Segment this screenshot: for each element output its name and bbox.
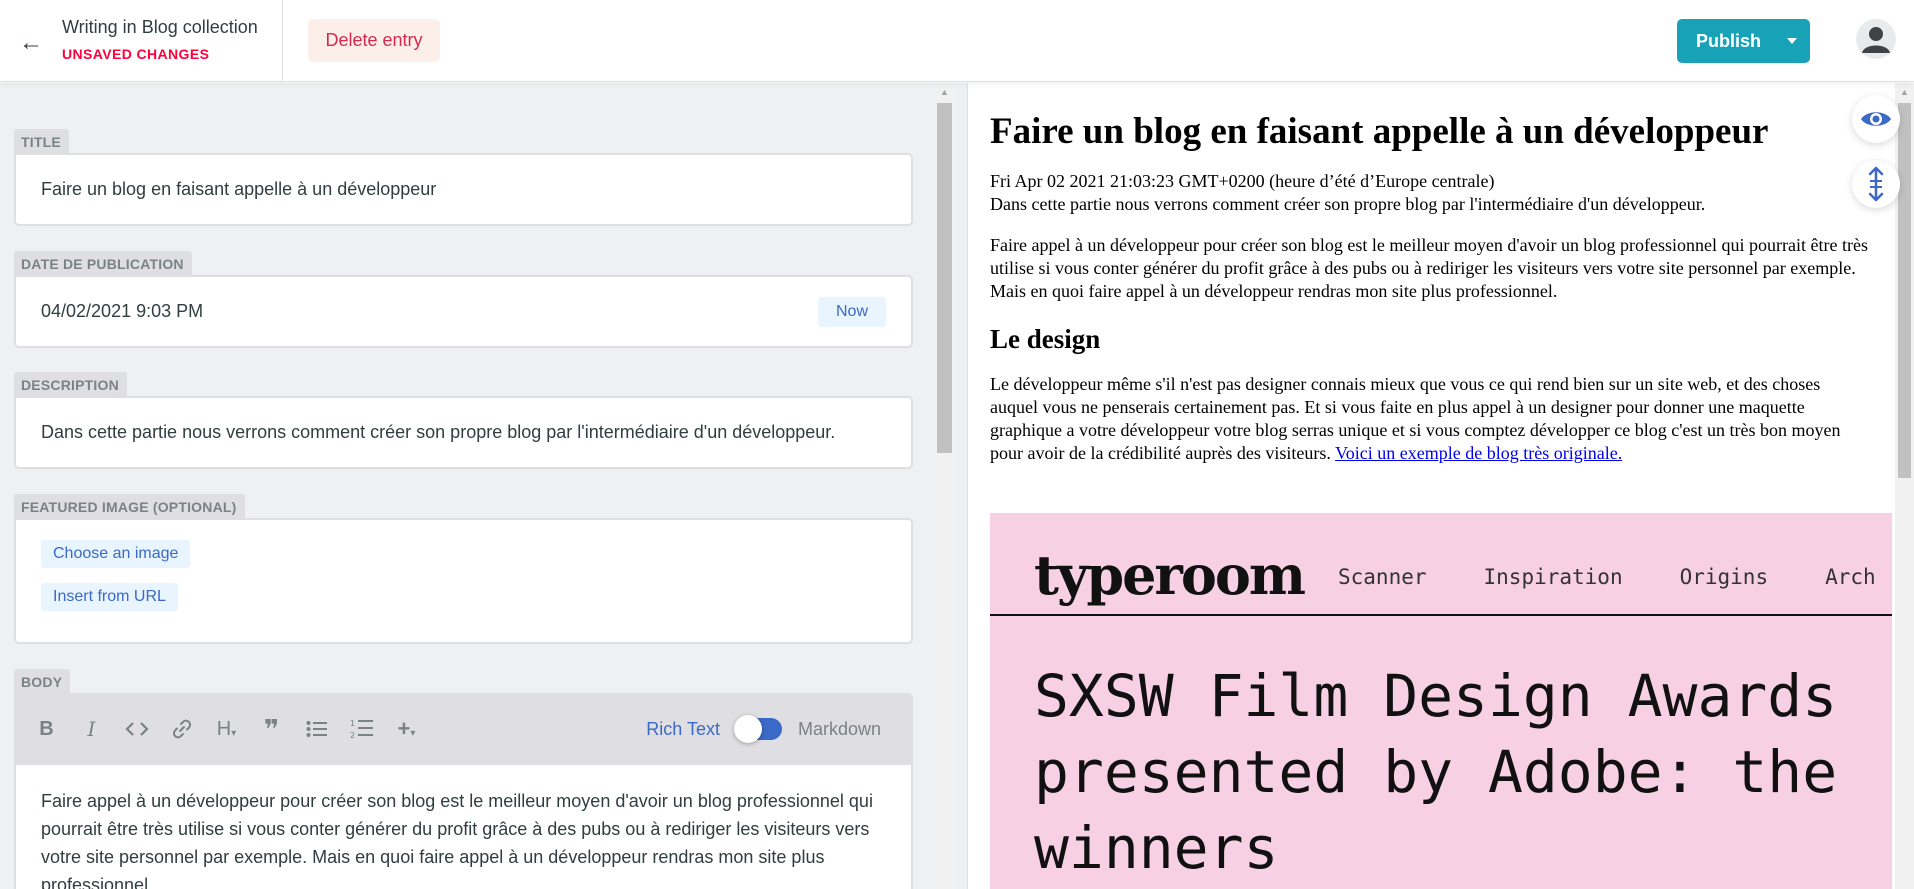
typeroom-nav-item: Scanner xyxy=(1338,565,1427,589)
pane-divider xyxy=(954,83,968,889)
preview-description: Dans cette partie nous verrons comment c… xyxy=(990,194,1706,214)
bullet-list-icon xyxy=(306,721,327,737)
editor-mode-toggle[interactable] xyxy=(733,715,782,743)
delete-entry-button[interactable]: Delete entry xyxy=(308,19,440,62)
unsaved-status: UNSAVED CHANGES xyxy=(62,46,210,62)
body-toolbar: B I H ▾ ❞ 12 + ▾ Rich Text Markdown xyxy=(14,693,913,765)
now-button[interactable]: Now xyxy=(817,296,886,327)
italic-button[interactable]: I xyxy=(69,707,114,752)
caret-down-icon[interactable] xyxy=(1774,19,1810,63)
plus-icon: + xyxy=(397,716,411,741)
body-field: BODY B I H ▾ ❞ 12 + ▾ Rich Text Markdown… xyxy=(14,669,913,889)
featured-image-field: FEATURED IMAGE (OPTIONAL) Choose an imag… xyxy=(14,494,913,644)
title-label: TITLE xyxy=(14,129,69,153)
topbar-divider xyxy=(282,0,283,82)
bold-button[interactable]: B xyxy=(24,707,69,752)
preview-scrollbar-thumb[interactable] xyxy=(1898,103,1911,478)
typeroom-logo: typeroom xyxy=(1034,543,1306,607)
bullet-list-button[interactable] xyxy=(294,707,339,752)
add-block-button[interactable]: + ▾ xyxy=(384,707,429,752)
scroll-up-arrow-icon[interactable]: ▲ xyxy=(1895,83,1914,100)
link-button[interactable] xyxy=(159,707,204,752)
editor-pane: TITLE Faire un blog en faisant appelle à… xyxy=(0,83,935,889)
preview-paragraph-1: Faire appel à un développeur pour créer … xyxy=(990,235,1868,301)
description-field: DESCRIPTION Dans cette partie nous verro… xyxy=(14,372,913,469)
code-button[interactable] xyxy=(114,707,159,752)
featured-image-box: Choose an image Insert from URL xyxy=(14,518,913,644)
date-field: DATE DE PUBLICATION 04/02/2021 9:03 PM N… xyxy=(14,251,913,348)
typeroom-nav-item: Origins xyxy=(1679,565,1769,589)
typeroom-headline-line: presented by Adobe: the xyxy=(1034,738,1838,806)
description-input[interactable]: Dans cette partie nous verrons comment c… xyxy=(14,396,913,469)
title-field: TITLE Faire un blog en faisant appelle à… xyxy=(14,129,913,226)
preview-heading-design: Le design xyxy=(990,324,1101,354)
body-label: BODY xyxy=(14,669,71,693)
svg-text:1: 1 xyxy=(350,719,355,728)
typeroom-headline-line: SXSW Film Design Awards xyxy=(1034,662,1838,730)
toggle-preview-button[interactable] xyxy=(1852,95,1900,143)
preview-scrollbar[interactable]: ▲ xyxy=(1895,83,1914,889)
typeroom-headline: SXSW Film Design Awards presented by Ado… xyxy=(1034,658,1837,886)
typeroom-nav: Scanner Inspiration Origins Arch xyxy=(1338,565,1876,589)
typeroom-divider xyxy=(990,614,1892,616)
preview-date: Fri Apr 02 2021 21:03:23 GMT+0200 (heure… xyxy=(990,171,1495,191)
collection-title: Writing in Blog collection xyxy=(62,17,258,37)
heading-label: H xyxy=(216,717,232,740)
preview-content: Faire un blog en faisant appelle à un dé… xyxy=(990,83,1892,465)
typeroom-nav-item: Arch xyxy=(1825,565,1876,589)
date-value: 04/02/2021 9:03 PM xyxy=(41,301,204,321)
rich-text-option[interactable]: Rich Text xyxy=(646,719,720,740)
title-input[interactable]: Faire un blog en faisant appelle à un dé… xyxy=(14,153,913,226)
heading-button[interactable]: H ▾ xyxy=(204,707,249,752)
preview-paragraph-2: Le développeur même s'il n'est pas desig… xyxy=(990,373,1870,465)
collection-info: Writing in Blog collection UNSAVED CHANG… xyxy=(62,17,258,62)
caret-down-icon: ▾ xyxy=(410,727,416,739)
insert-from-url-button[interactable]: Insert from URL xyxy=(41,583,178,611)
link-icon xyxy=(172,719,191,739)
numbered-list-icon: 12 xyxy=(350,719,373,740)
markdown-option[interactable]: Markdown xyxy=(798,719,881,740)
featured-image-label: FEATURED IMAGE (OPTIONAL) xyxy=(14,494,245,518)
description-label: DESCRIPTION xyxy=(14,372,127,396)
caret-down-icon: ▾ xyxy=(231,727,237,739)
publish-label: Publish xyxy=(1695,30,1761,51)
typeroom-nav-item: Inspiration xyxy=(1483,565,1623,589)
sync-scroll-icon xyxy=(1868,166,1884,202)
code-icon xyxy=(124,722,149,736)
date-input[interactable]: 04/02/2021 9:03 PM Now xyxy=(14,275,913,348)
date-label: DATE DE PUBLICATION xyxy=(14,251,192,275)
toggle-knob xyxy=(733,715,762,743)
back-button[interactable]: ← xyxy=(14,26,48,60)
editor-top-bar: ← Writing in Blog collection UNSAVED CHA… xyxy=(0,0,1914,82)
sync-scroll-button[interactable] xyxy=(1852,160,1900,208)
typeroom-headline-line: winners xyxy=(1034,814,1279,882)
quote-button[interactable]: ❞ xyxy=(249,707,294,752)
svg-text:2: 2 xyxy=(350,731,355,740)
scroll-up-arrow-icon[interactable]: ▲ xyxy=(935,83,954,100)
body-editor[interactable]: Faire appel à un développeur pour créer … xyxy=(14,765,913,889)
user-avatar-icon[interactable] xyxy=(1856,19,1896,59)
numbered-list-button[interactable]: 12 xyxy=(339,707,384,752)
arrow-left-icon: ← xyxy=(19,29,43,56)
preview-embedded-image: typeroom Scanner Inspiration Origins Arc… xyxy=(990,513,1892,889)
publish-button[interactable]: Publish xyxy=(1677,19,1810,63)
preview-pane: Faire un blog en faisant appelle à un dé… xyxy=(969,83,1895,889)
preview-title: Faire un blog en faisant appelle à un dé… xyxy=(990,111,1769,152)
example-blog-link[interactable]: Voici un exemple de blog très originale. xyxy=(1335,443,1622,463)
eye-icon xyxy=(1861,112,1891,126)
choose-image-button[interactable]: Choose an image xyxy=(41,540,191,568)
editor-scrollbar-thumb[interactable] xyxy=(937,103,952,453)
editor-scrollbar[interactable]: ▲ xyxy=(935,83,954,889)
